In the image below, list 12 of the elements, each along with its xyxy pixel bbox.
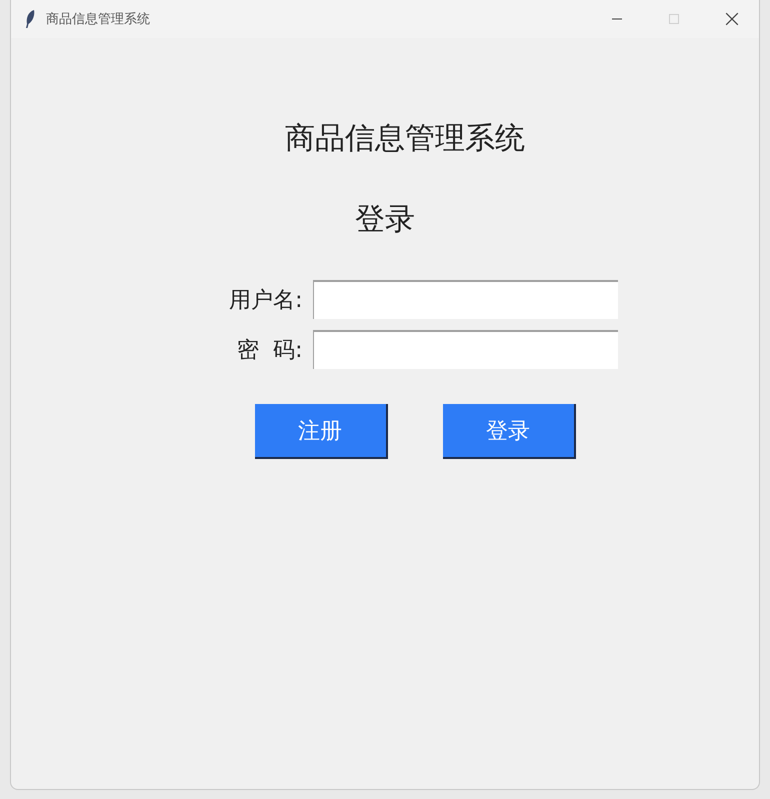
action-button[interactable]: 登录 (442, 404, 576, 459)
action-button[interactable]: 注册 (254, 404, 388, 459)
login-heading: 登录 (355, 201, 415, 239)
maximize-icon[interactable] (668, 13, 680, 25)
close-icon[interactable] (725, 12, 739, 26)
app-heading: 商品信息管理系统 (285, 120, 525, 158)
feather-icon (24, 9, 36, 29)
input-field[interactable] (312, 280, 618, 319)
field-label: 用户名: (228, 286, 304, 314)
input-field[interactable] (312, 330, 618, 369)
window-title: 商品信息管理系统 (46, 11, 150, 28)
field-label: 密 码: (236, 336, 304, 364)
